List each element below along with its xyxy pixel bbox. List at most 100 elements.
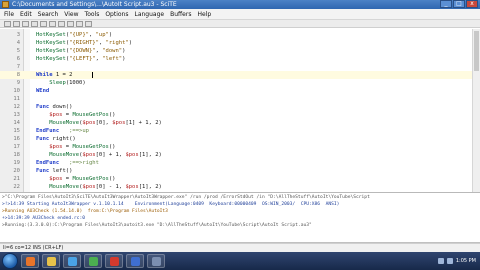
menu-file[interactable]: File [4,9,14,19]
line-number: 21 [13,176,20,182]
code-line[interactable]: 4 HotKeySet("{RIGHT}", "right") [0,39,472,47]
menu-edit[interactable]: Edit [20,9,32,19]
code-text[interactable]: While 1 = 2 [36,71,72,79]
code-text[interactable]: HotKeySet("{LEFT}", "left") [36,55,125,63]
copy-icon[interactable] [58,20,65,27]
save-icon[interactable] [22,20,29,27]
line-number: 22 [13,184,20,190]
taskbar-app-green-button[interactable] [84,254,102,268]
code-line[interactable]: 22 MouseMove($pos[0] - 1, $pos[1], 2) [0,183,472,191]
line-number: 20 [13,168,20,174]
line-number: 14 [13,120,20,126]
explorer-icon [46,256,56,266]
code-line[interactable]: 11 [0,95,472,103]
code-text[interactable]: $pos = MouseGetPos() [36,111,115,119]
code-text[interactable]: EndFunc ;==>left [36,191,96,192]
code-text[interactable]: HotKeySet("{RIGHT}", "right") [36,39,132,47]
output-line: >Running:(3.3.0.0):C:\Program Files\Auto… [2,223,312,228]
menu-buffers[interactable]: Buffers [170,9,191,19]
code-line[interactable]: 17 $pos = MouseGetPos() [0,143,472,151]
start-button[interactable] [2,253,18,269]
code-line[interactable]: 18 MouseMove($pos[0] + 1, $pos[1], 2) [0,151,472,159]
code-text[interactable]: Func right() [36,135,76,143]
close-file-icon[interactable] [31,20,38,27]
taskbar-media-button[interactable] [63,254,81,268]
code-line[interactable]: 21 $pos = MouseGetPos() [0,175,472,183]
code-line[interactable]: 6 HotKeySet("{LEFT}", "left") [0,55,472,63]
taskbar-apps [18,254,165,268]
code-line[interactable]: 10 WEnd [0,87,472,95]
menu-search[interactable]: Search [38,9,59,19]
code-text[interactable]: EndFunc ;==>right [36,159,99,167]
code-editor[interactable]: 3 HotKeySet("{UP}", "up") 4 HotKeySet("{RIG… [0,29,480,193]
menu-help[interactable]: Help [197,9,211,19]
scrollbar-thumb[interactable] [474,31,479,71]
menu-tools[interactable]: Tools [85,9,100,19]
line-number: 11 [13,96,20,102]
code-line[interactable]: 12 Func down() [0,103,472,111]
line-number: 18 [13,152,20,158]
taskbar-app-red-button[interactable] [105,254,123,268]
output-line: >!>14:39 Starting AutoIt3Wrapper v.1.10.… [2,202,340,207]
code-text[interactable]: HotKeySet("{DOWN}", "down") [36,47,125,55]
paste-icon[interactable] [67,20,74,27]
output-line: +>14:39:39 AU3Check ended.rc:0 [2,216,85,221]
network-icon[interactable] [437,258,444,264]
code-text[interactable]: MouseMove($pos[0] + 1, $pos[1], 2) [36,151,162,159]
taskbar-scite-button[interactable] [147,254,165,268]
new-file-icon[interactable] [4,20,11,27]
code-line[interactable]: 20 Func left() [0,167,472,175]
code-text[interactable]: MouseMove($pos[0], $pos[1] + 1, 2) [36,119,162,127]
code-line[interactable]: 7 [0,63,472,71]
code-text[interactable]: HotKeySet("{UP}", "up") [36,31,112,39]
taskbar-app-blue-button[interactable] [126,254,144,268]
code-text[interactable]: Func left() [36,167,72,175]
maximize-button[interactable]: □ [453,0,465,8]
code-line[interactable]: 23 EndFunc ;==>left [0,191,472,192]
menu-language[interactable]: Language [134,9,164,19]
taskbar-firefox-button[interactable] [21,254,39,268]
window-controls: _ □ x [440,0,478,9]
open-file-icon[interactable] [13,20,20,27]
editor-scrollbar[interactable] [472,29,480,192]
taskbar-explorer-button[interactable] [42,254,60,268]
code-text[interactable]: $pos = MouseGetPos() [36,175,115,183]
code-line[interactable]: 14 MouseMove($pos[0], $pos[1] + 1, 2) [0,119,472,127]
text-caret [92,72,93,78]
code-line[interactable]: 5 HotKeySet("{DOWN}", "down") [0,47,472,55]
code-text[interactable]: Sleep(1000) [36,79,85,87]
code-line[interactable]: 13 $pos = MouseGetPos() [0,111,472,119]
code-line[interactable]: 8 While 1 = 2 [0,71,472,79]
taskbar: 1:05 PM [0,252,480,270]
code-text[interactable]: WEnd [36,87,49,95]
line-number: 7 [16,64,20,70]
output-pane[interactable]: >"C:\Program Files\AutoIt3\SciTE\AutoIt3… [0,194,480,243]
print-icon[interactable] [40,20,47,27]
line-number: 12 [13,104,20,110]
minimize-button[interactable]: _ [440,0,452,8]
volume-icon[interactable] [446,258,453,264]
code-line[interactable]: 3 HotKeySet("{UP}", "up") [0,31,472,39]
code-line[interactable]: 19 EndFunc ;==>right [0,159,472,167]
cut-icon[interactable] [49,20,56,27]
menu-view[interactable]: View [64,9,78,19]
code-text[interactable]: Func down() [36,103,72,111]
line-number: 23 [0,191,20,192]
close-button[interactable]: x [466,0,478,8]
menu-options[interactable]: Options [105,9,128,19]
undo-icon[interactable] [76,20,83,27]
redo-icon[interactable] [85,20,92,27]
line-number: 3 [16,32,20,38]
code-text[interactable]: MouseMove($pos[0] - 1, $pos[1], 2) [36,183,162,191]
code-line[interactable]: 15 EndFunc ;==>up [0,127,472,135]
app-green-icon [88,256,98,266]
firefox-icon [25,256,35,266]
code-line[interactable]: 16 Func right() [0,135,472,143]
status-bar: li=6 co=12 INS (CR+LF) [0,243,480,252]
code-text[interactable]: EndFunc ;==>up [36,127,89,135]
code-text[interactable]: $pos = MouseGetPos() [36,143,115,151]
code-line[interactable]: 9 Sleep(1000) [0,79,472,87]
app-icon [2,1,9,8]
line-number: 10 [13,88,20,94]
